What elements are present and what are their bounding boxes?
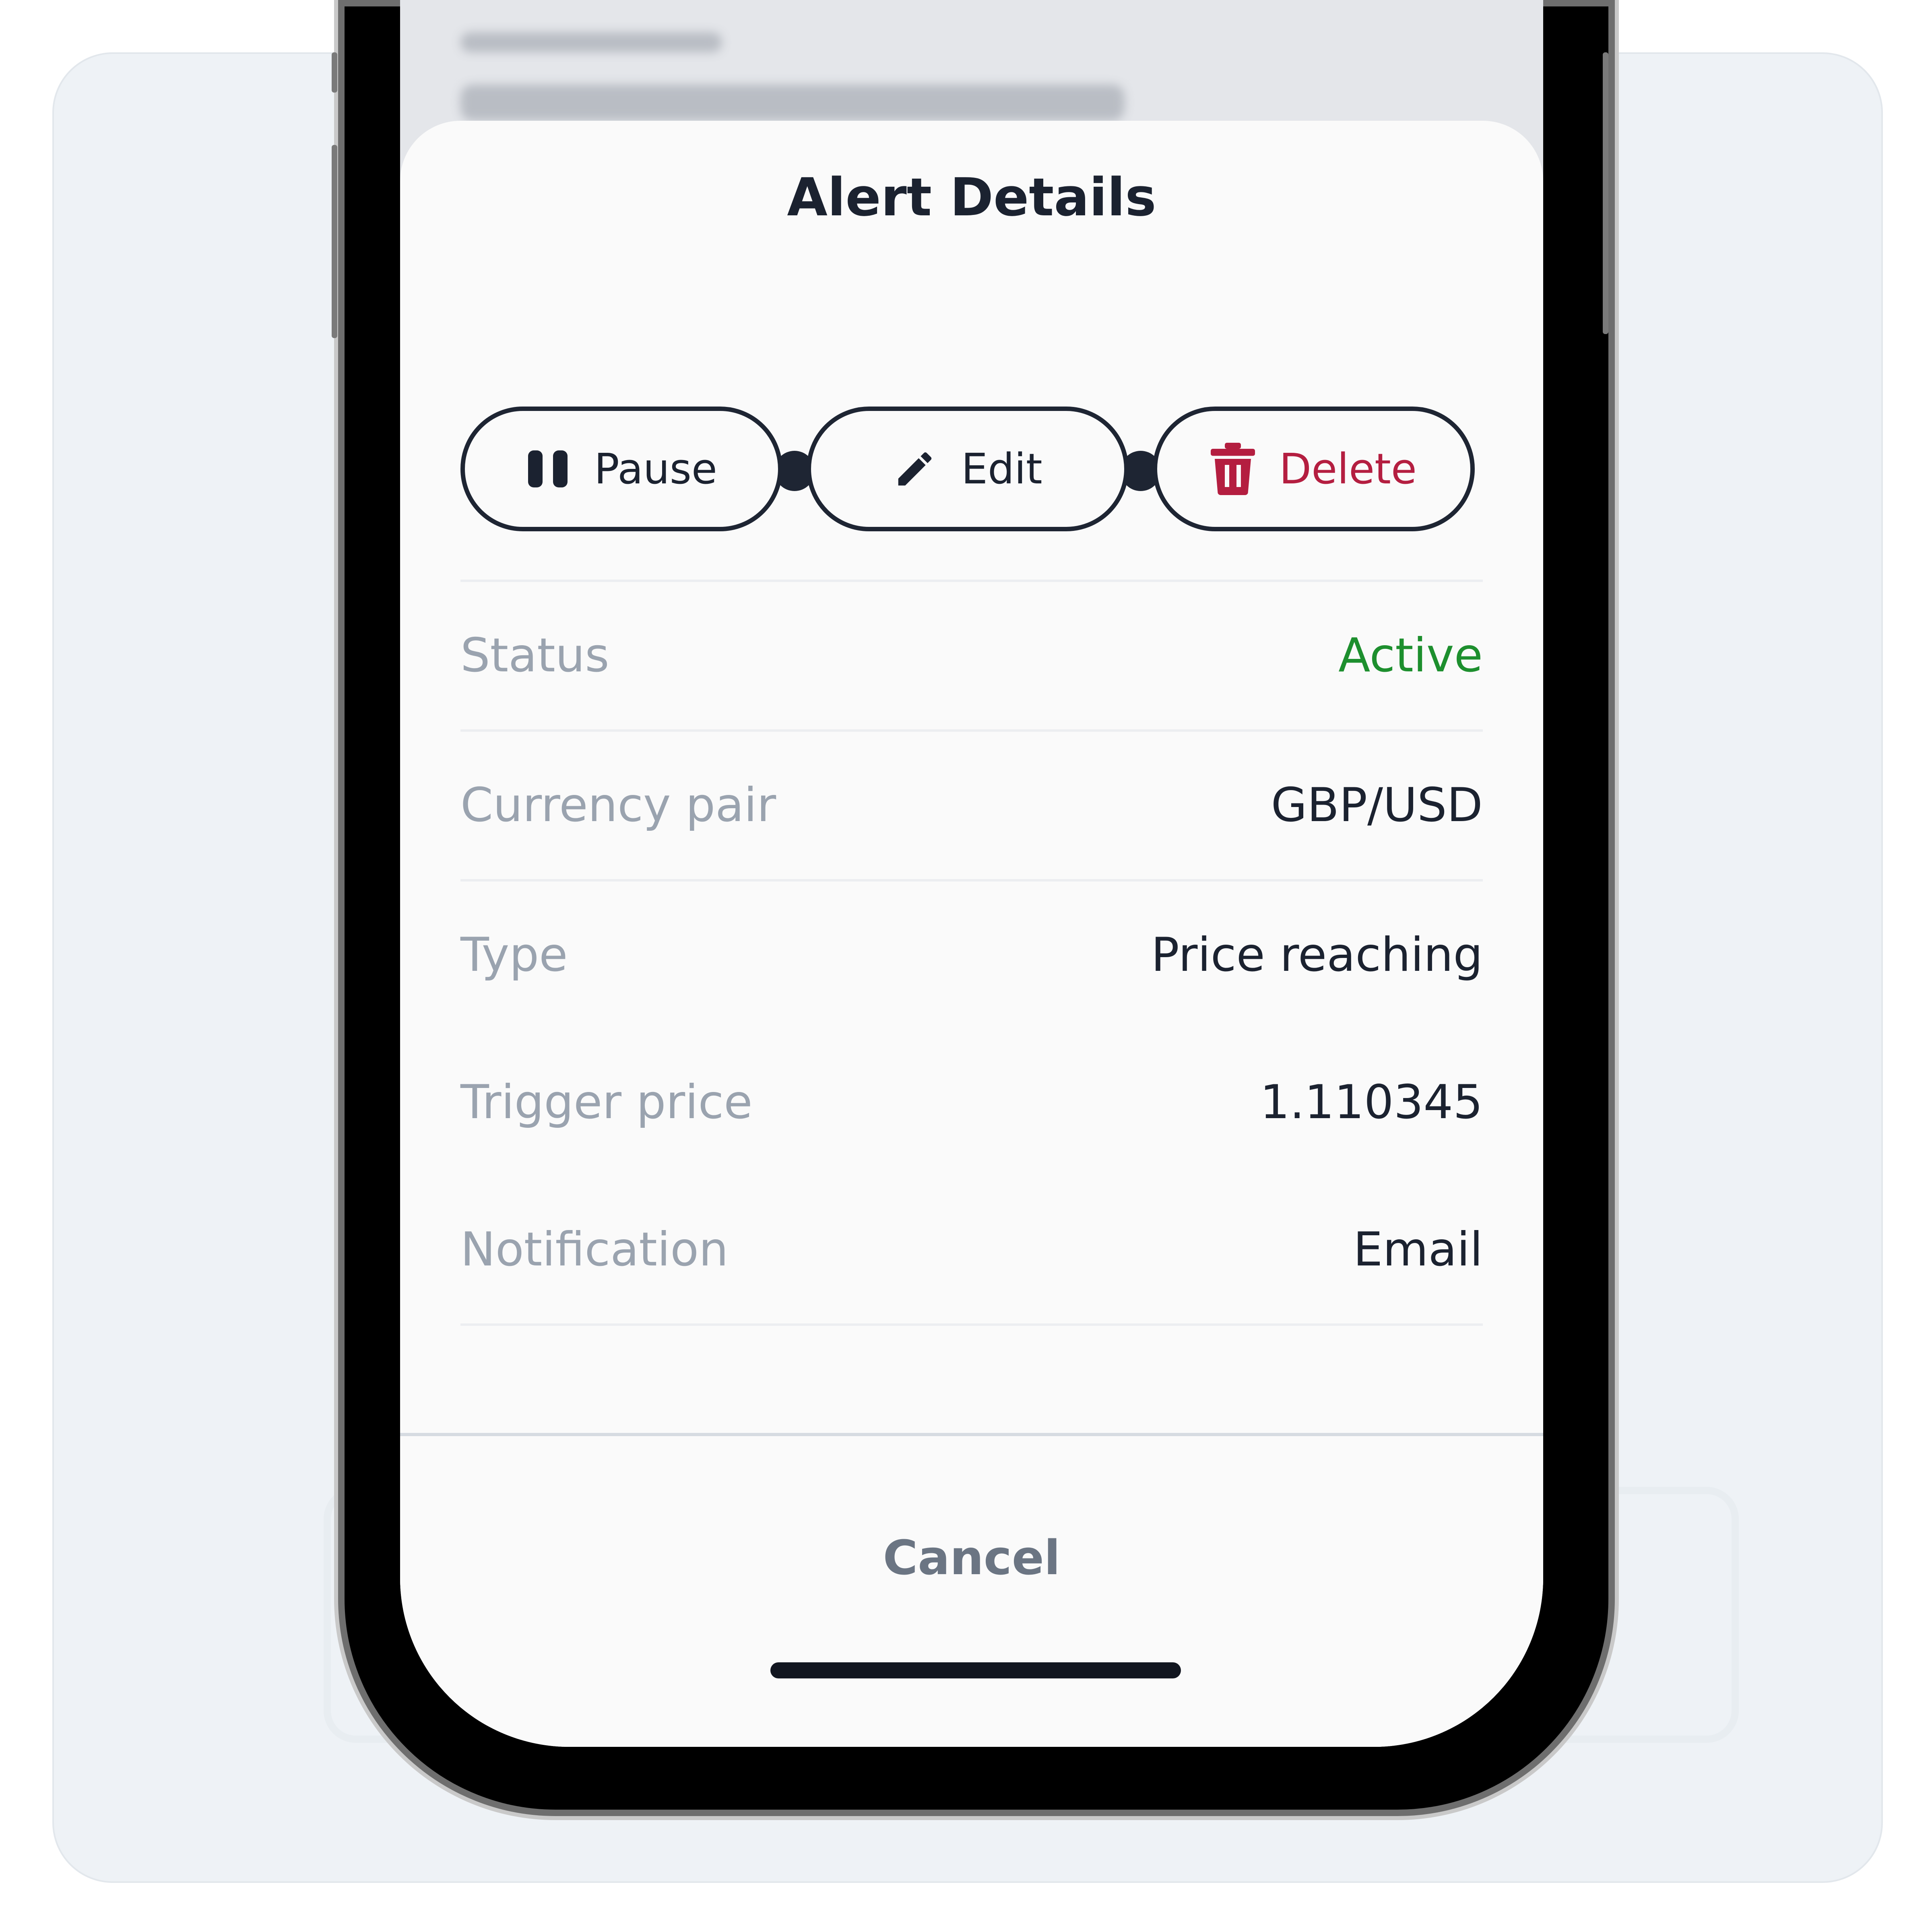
notification-label: Notification (460, 1222, 729, 1277)
divider (460, 1323, 1483, 1326)
edit-label: Edit (961, 444, 1042, 493)
sheet-title: Alert Details (787, 167, 1156, 228)
home-indicator (770, 1662, 1181, 1678)
phone-side-button (332, 52, 337, 93)
type-label: Type (460, 928, 568, 982)
status-label: Status (460, 628, 609, 683)
currency-pair-value: GBP/USD (1271, 778, 1483, 832)
phone-power-button (1603, 52, 1608, 334)
currency-pair-label: Currency pair (460, 778, 776, 832)
type-value: Price reaching (1151, 928, 1483, 982)
status-value: Active (1338, 628, 1483, 683)
delete-button[interactable]: Delete (1153, 407, 1475, 531)
pause-icon (526, 445, 570, 493)
cancel-button[interactable]: Cancel (400, 1521, 1543, 1594)
pause-button[interactable]: Pause (460, 407, 782, 531)
detail-row-trigger-price: Trigger price 1.110345 (460, 1029, 1483, 1176)
phone-volume-button (332, 145, 337, 338)
phone-screen: Alert Details Pause Edit Delete Status A… (400, 0, 1543, 1747)
delete-label: Delete (1279, 444, 1417, 493)
details-list: Status Active Currency pair GBP/USD Type… (460, 580, 1483, 1326)
trash-icon (1211, 443, 1255, 495)
trigger-price-label: Trigger price (460, 1075, 753, 1129)
alert-details-sheet: Alert Details Pause Edit Delete Status A… (400, 121, 1543, 1747)
blurred-list-item (460, 85, 1125, 121)
detail-row-notification: Notification Email (460, 1176, 1483, 1323)
detail-row-status: Status Active (460, 582, 1483, 729)
trigger-price-value: 1.110345 (1260, 1075, 1483, 1129)
action-button-group: Pause Edit Delete (460, 407, 1483, 539)
edit-button[interactable]: Edit (807, 407, 1129, 531)
detail-row-type: Type Price reaching (460, 881, 1483, 1029)
pause-label: Pause (594, 444, 717, 493)
notification-value: Email (1353, 1222, 1483, 1277)
pencil-icon (893, 445, 937, 493)
detail-row-currency-pair: Currency pair GBP/USD (460, 732, 1483, 879)
blurred-list-caption (460, 32, 722, 52)
